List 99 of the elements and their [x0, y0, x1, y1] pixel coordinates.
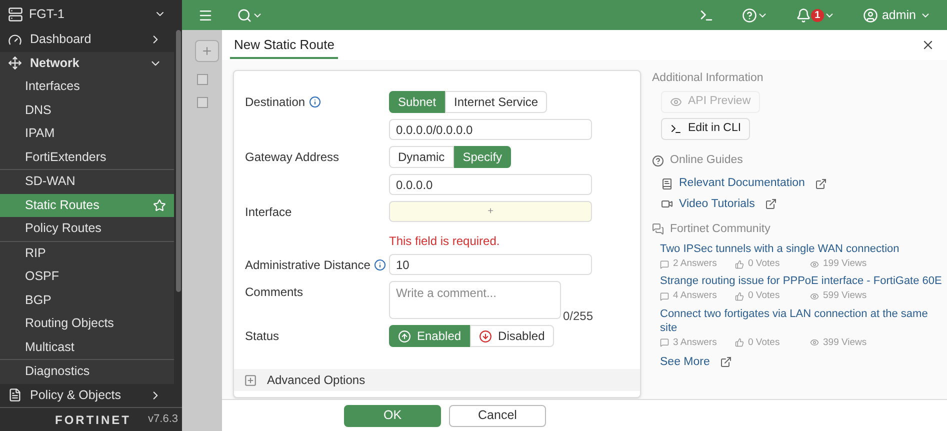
section-title: Online Guides [670, 153, 743, 168]
info-icon[interactable] [374, 258, 386, 270]
submenu-item[interactable]: RIP [0, 242, 174, 265]
thumbs-up-icon [735, 338, 744, 348]
external-link-icon[interactable] [814, 178, 827, 190]
guide-link[interactable]: Relevant Documentation [679, 175, 805, 192]
character-counter: 0/255 [563, 309, 594, 323]
video-icon [661, 198, 673, 210]
advanced-options-row[interactable]: Advanced Options [234, 369, 640, 391]
vote-count: 0 Votes [748, 257, 781, 271]
text-field[interactable]: 0.0.0.0/0.0.0.0 [389, 119, 592, 140]
thumbs-up-icon [735, 260, 744, 269]
document-icon [8, 388, 22, 402]
submenu-item[interactable]: Diagnostics [0, 360, 174, 384]
row-checkbox[interactable] [196, 74, 208, 85]
external-link-icon[interactable] [764, 198, 777, 210]
terminal-icon[interactable] [698, 8, 714, 22]
text-field[interactable]: 10 [389, 254, 592, 275]
ok-button[interactable]: OK [344, 404, 441, 426]
view-count: 199 Views [823, 257, 867, 271]
comment-field[interactable]: Write a comment... [389, 281, 561, 319]
book-icon [661, 178, 673, 190]
eye-icon [670, 96, 682, 108]
help-icon [652, 154, 664, 167]
cancel-button[interactable]: Cancel [449, 404, 546, 426]
section-title: Additional Information [652, 71, 764, 86]
user-icon[interactable] [862, 8, 878, 22]
submenu-item[interactable]: SD-WAN [0, 170, 174, 194]
external-link-icon[interactable] [720, 356, 732, 368]
answer-count: 3 Answers [673, 336, 718, 350]
section-title: Fortinet Community [670, 222, 770, 237]
field-label: Comments [245, 284, 304, 300]
segment-tab[interactable]: Internet Service [445, 91, 548, 113]
status-toggle[interactable]: Enabled [389, 325, 470, 347]
scrollbar-thumb[interactable] [176, 30, 181, 292]
submenu-item[interactable]: Static Routes [0, 194, 174, 217]
eye-icon [810, 260, 819, 269]
submenu-item[interactable]: FortiExtenders [0, 146, 174, 169]
vote-count: 0 Votes [748, 336, 781, 350]
comment-icon [660, 292, 669, 301]
segment-tab[interactable]: Specify [454, 146, 512, 168]
submenu-item[interactable]: Interfaces [0, 75, 174, 98]
guide-link[interactable]: Video Tutorials [679, 196, 755, 213]
menu-item[interactable]: Network [0, 52, 174, 75]
segment-tab[interactable]: Subnet [389, 91, 446, 113]
submenu-item[interactable]: IPAM [0, 122, 174, 146]
view-count: 399 Views [823, 336, 867, 350]
comment-icon [660, 260, 669, 269]
comment-icon [660, 338, 669, 348]
menu-icon[interactable] [198, 8, 213, 22]
field-label: Gateway Address [245, 148, 340, 166]
chat-icon [652, 223, 664, 236]
submenu-item[interactable]: BGP [0, 288, 174, 312]
submenu-item[interactable]: OSPF [0, 265, 174, 288]
device-name: FGT-1 [29, 6, 66, 23]
see-more-link[interactable]: See More [660, 354, 710, 371]
status-toggle[interactable]: Disabled [470, 325, 554, 347]
submenu-item[interactable]: Policy Routes [0, 217, 174, 240]
star-icon[interactable] [153, 198, 166, 212]
search-icon[interactable] [237, 8, 252, 22]
bell-icon[interactable] [796, 8, 811, 22]
device-icon [8, 6, 23, 22]
answer-count: 2 Answers [673, 257, 718, 271]
help-icon[interactable] [742, 8, 757, 22]
terminal-icon [670, 123, 682, 135]
vote-count: 0 Votes [748, 289, 781, 304]
gauge-icon [8, 32, 22, 47]
submenu-item[interactable]: Routing Objects [0, 312, 174, 336]
eye-icon [810, 292, 819, 301]
expand-icon [244, 374, 257, 386]
community-post-link[interactable]: Strange routing issue for PPPoE interface - FortiGate 60E [660, 274, 942, 288]
row-checkbox[interactable] [196, 97, 208, 108]
field-label: Destination [245, 94, 306, 110]
plus-icon [201, 45, 213, 57]
info-icon[interactable] [309, 96, 322, 108]
field-label: Interface [245, 204, 292, 220]
community-post-link[interactable]: Two IPSec tunnels with a single WAN connection [660, 242, 942, 256]
add-button[interactable] [195, 40, 219, 62]
move-icon [8, 56, 22, 70]
submenu-item[interactable]: DNS [0, 98, 174, 122]
menu-item[interactable]: Policy & Objects [0, 384, 174, 407]
answer-count: 4 Answers [673, 289, 718, 304]
view-count: 599 Views [823, 289, 867, 304]
field-label: Status [245, 328, 280, 344]
close-icon[interactable] [921, 38, 935, 52]
edit-cli-button[interactable]: Edit in CLI [661, 118, 750, 140]
menu-item[interactable]: Dashboard [0, 28, 174, 52]
submenu-item[interactable]: Multicast [0, 336, 174, 359]
brand-logo: FORTINET [55, 412, 131, 428]
thumbs-up-icon [735, 292, 744, 301]
notification-badge: 1 [810, 8, 824, 22]
eye-icon [810, 338, 819, 348]
text-field[interactable]: 0.0.0.0 [389, 174, 592, 195]
user-name[interactable]: admin [882, 6, 916, 24]
field-label: Administrative Distance [245, 256, 370, 274]
error-message: This field is required. [389, 234, 501, 248]
version-label: v7.6.3 [148, 412, 178, 428]
segment-tab[interactable]: Dynamic [389, 146, 454, 168]
community-post-link[interactable]: Connect two fortigates via LAN connection at the same site [660, 306, 942, 334]
